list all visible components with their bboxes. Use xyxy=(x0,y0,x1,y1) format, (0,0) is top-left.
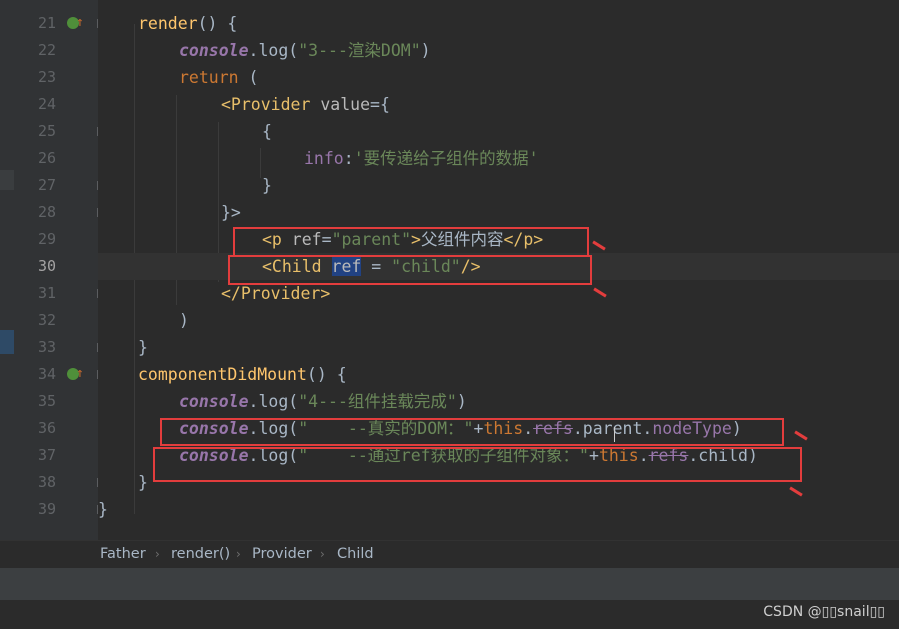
breadcrumb-item-child[interactable]: Child xyxy=(337,541,374,567)
code-token: .log( xyxy=(248,392,299,411)
code-line: console.log("4---组件挂载完成") xyxy=(98,388,899,415)
code-token: "3---渲染DOM" xyxy=(298,41,421,60)
code-token: : xyxy=(343,149,354,168)
code-token: info xyxy=(304,149,344,168)
code-token: } xyxy=(138,473,148,492)
breadcrumb-separator: › xyxy=(320,547,325,561)
breadcrumb-item-render[interactable]: render() xyxy=(171,541,230,567)
breadcrumb-separator: › xyxy=(155,547,160,561)
scroll-marker xyxy=(0,330,14,354)
code-token: { xyxy=(262,122,272,141)
line-number: 39 xyxy=(37,500,56,518)
code-token: </Provider> xyxy=(221,284,331,303)
line-number: 32 xyxy=(37,311,56,329)
code-token: ) xyxy=(179,311,189,330)
breadcrumb: Father › render() › Provider › Child xyxy=(0,540,899,569)
code-line: render() { xyxy=(98,10,899,37)
line-number: 23 xyxy=(37,68,56,86)
left-tool-strip xyxy=(0,0,14,540)
code-token: }> xyxy=(221,203,241,222)
code-line: } xyxy=(98,334,899,361)
code-line: }> xyxy=(98,199,899,226)
code-token: () { xyxy=(197,14,238,33)
code-token: render xyxy=(138,14,198,33)
annotation-box xyxy=(233,227,589,257)
code-token: return xyxy=(179,68,239,87)
code-line: { xyxy=(98,118,899,145)
line-number: 21 xyxy=(37,14,56,32)
line-number: 36 xyxy=(37,419,56,437)
breadcrumb-item-father[interactable]: Father xyxy=(100,541,146,567)
code-token: ( xyxy=(238,68,259,87)
annotation-box xyxy=(228,255,592,285)
line-number-current: 30 xyxy=(37,257,56,275)
line-number: 31 xyxy=(37,284,56,302)
arrow-up-icon: ↑ xyxy=(76,366,84,381)
code-token: } xyxy=(262,176,272,195)
code-token: .log( xyxy=(248,41,299,60)
line-number: 33 xyxy=(37,338,56,356)
line-number-gutter: 21 22 23 24 25 26 27 28 29 30 31 32 33 3… xyxy=(14,0,106,540)
arrow-up-icon: ↑ xyxy=(76,15,84,30)
tool-window-bar xyxy=(0,568,899,600)
code-token: value xyxy=(310,95,371,114)
code-token: console xyxy=(179,41,249,60)
code-line: return ( xyxy=(98,64,899,91)
code-token: ) xyxy=(456,392,467,411)
code-token: ) xyxy=(420,41,431,60)
code-token: () { xyxy=(306,365,347,384)
code-token: "4---组件挂载完成" xyxy=(298,392,457,411)
line-number: 27 xyxy=(37,176,56,194)
code-line: } xyxy=(98,172,899,199)
code-token: } xyxy=(98,500,108,519)
code-token: componentDidMount xyxy=(138,365,307,384)
line-number: 37 xyxy=(37,446,56,464)
line-number: 22 xyxy=(37,41,56,59)
code-token: <Provider xyxy=(221,95,311,114)
line-number: 35 xyxy=(37,392,56,410)
code-line: ) xyxy=(98,307,899,334)
code-token: } xyxy=(138,338,148,357)
code-token: ={ xyxy=(370,95,390,114)
line-number: 26 xyxy=(37,149,56,167)
code-line: } xyxy=(98,496,899,523)
breadcrumb-separator: › xyxy=(236,547,241,561)
line-number: 28 xyxy=(37,203,56,221)
code-line: componentDidMount() { xyxy=(98,361,899,388)
code-line: console.log("3---渲染DOM") xyxy=(98,37,899,64)
breadcrumb-item-provider[interactable]: Provider xyxy=(252,541,312,567)
annotation-box xyxy=(153,447,802,482)
annotation-box xyxy=(160,418,784,446)
line-number: 29 xyxy=(37,230,56,248)
code-token: '要传递给子组件的数据' xyxy=(353,149,539,168)
code-line: info:'要传递给子组件的数据' xyxy=(98,145,899,172)
watermark-text: CSDN @▯▯snail▯▯ xyxy=(763,604,885,620)
line-number: 38 xyxy=(37,473,56,491)
code-token: console xyxy=(179,392,249,411)
line-number: 34 xyxy=(37,365,56,383)
code-line: <Provider value={ xyxy=(98,91,899,118)
line-number: 24 xyxy=(37,95,56,113)
line-number: 25 xyxy=(37,122,56,140)
scroll-marker xyxy=(0,170,14,190)
